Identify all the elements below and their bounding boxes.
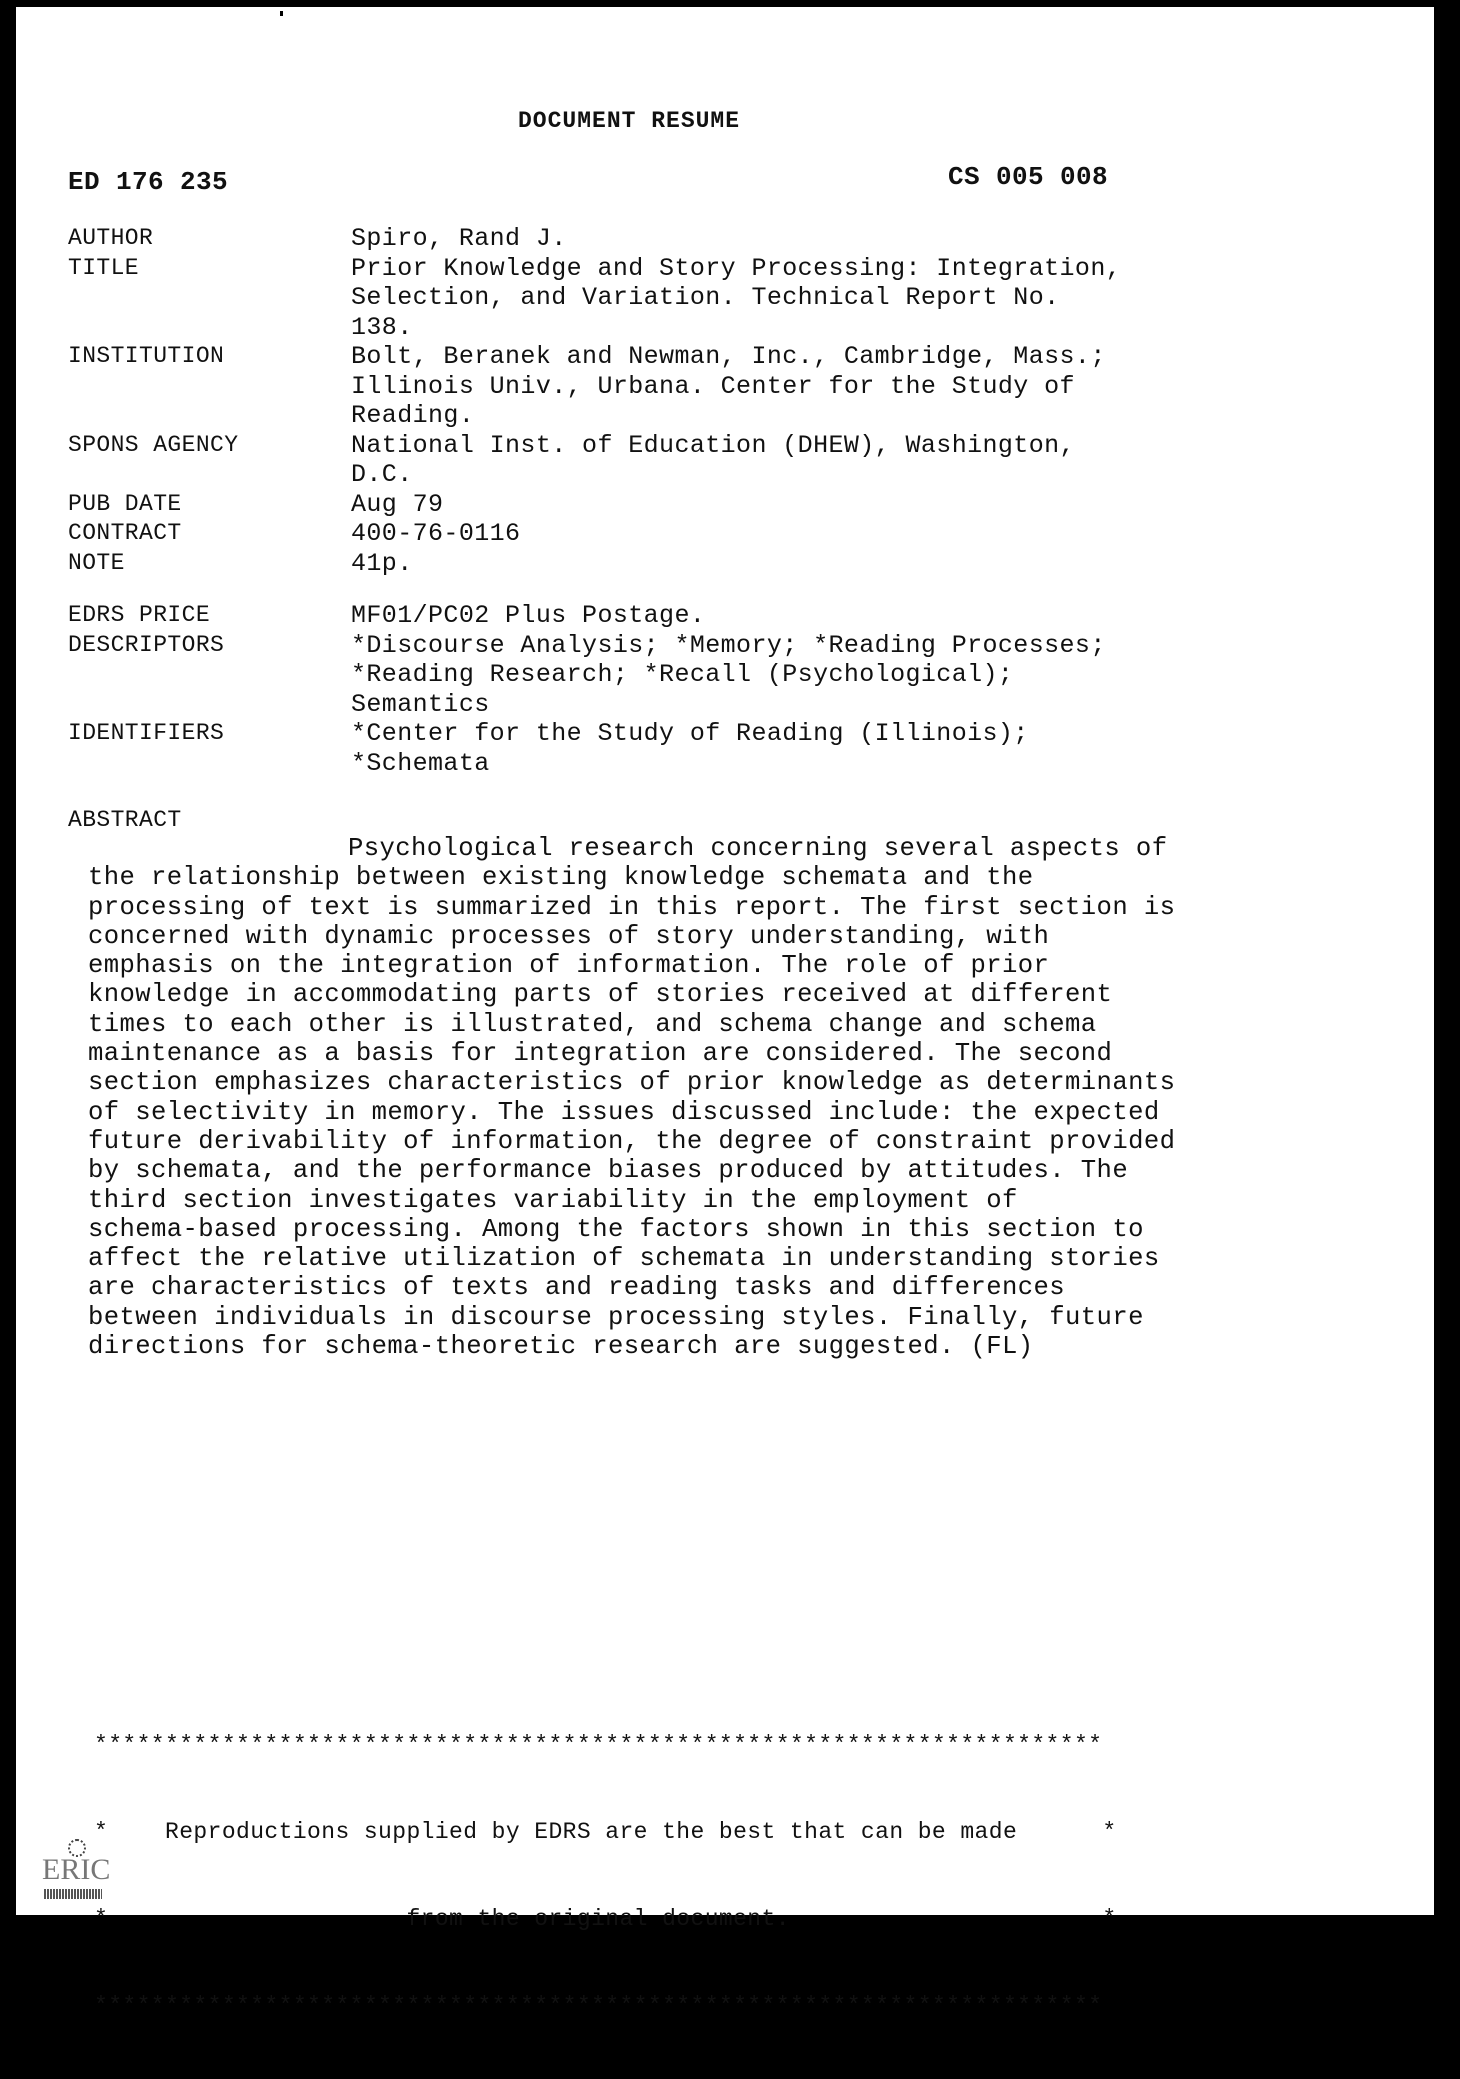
field-row: *Schemata [68,749,1121,779]
field-value: Prior Knowledge and Story Processing: In… [351,253,1122,283]
field-value: *Reading Research; *Recall (Psychologica… [351,660,1014,689]
field-value: Bolt, Beranek and Newman, Inc., Cambridg… [351,342,1106,371]
eric-logo: ERIC [28,1839,118,1909]
cs-number: CS 005 008 [948,162,1109,192]
field-row: DESCRIPTORS *Discourse Analysis; *Memory;… [68,631,1121,661]
metadata-group-primary: AUTHOR Spiro, Rand J. TITLE Prior Knowledge… [68,224,1121,578]
scan-speck [280,11,283,16]
notice-border-bottom: ****************************************… [94,1993,1103,2019]
eric-logo-text: ERIC [42,1853,111,1886]
field-row: NOTE 41p. [68,549,1121,579]
field-label [68,401,351,431]
field-spacer [68,578,1121,601]
eric-logo-bar [44,1889,102,1899]
field-label: TITLE [68,254,140,281]
abstract-line: future derivability of information, the … [88,1126,1176,1156]
field-value: MF01/PC02 Plus Postage. [351,601,706,630]
abstract-line: by schemata, and the performance biases … [88,1156,1129,1186]
abstract-line: knowledge in accommodating parts of stor… [88,980,1113,1010]
abstract-label: ABSTRACT [68,807,182,833]
abstract-line: third section investigates variability i… [88,1185,1018,1215]
field-label [68,283,351,313]
field-value: Semantics [351,689,490,719]
field-label: INSTITUTION [68,343,225,369]
notice-line-2: * from the original document. * [94,1906,1117,1932]
field-label: EDRS PRICE [68,602,211,628]
abstract-line: are characteristics of texts and reading… [88,1273,1066,1303]
field-label [68,313,351,343]
abstract-line: schema-based processing. Among the facto… [88,1214,1144,1244]
field-row: Semantics [68,690,1121,720]
abstract-line: directions for schema-theoretic research… [88,1332,1034,1362]
field-label [68,660,351,690]
field-row: 138. [68,313,1121,343]
abstract-line: of selectivity in memory. The issues dis… [88,1097,1160,1127]
field-row: EDRS PRICE MF01/PC02 Plus Postage. [68,601,1121,631]
field-row: Illinois Univ., Urbana. Center for the S… [68,372,1121,402]
notice-border-top: ****************************************… [94,1732,1103,1758]
field-value: Aug 79 [351,489,444,519]
field-row: SPONS AGENCY National Inst. of Education … [68,431,1121,461]
field-value: Reading. [351,401,475,430]
abstract-line: affect the relative utilization of schem… [88,1244,1160,1274]
field-value: Illinois Univ., Urbana. Center for the S… [351,371,1075,401]
field-row: Reading. [68,401,1121,431]
field-row: INSTITUTION Bolt, Beranek and Newman, Inc… [68,342,1121,372]
abstract-line: maintenance as a basis for integration a… [88,1039,1113,1069]
field-row: Selection, and Variation. Technical Repo… [68,283,1121,313]
ed-number: ED 176 235 [68,167,229,197]
field-label: NOTE [68,549,125,576]
field-label [68,690,351,720]
abstract-line: times to each other is illustrated, and … [88,1009,1097,1039]
field-value: 400-76-0116 [351,519,521,548]
reproduction-notice: ****************************************… [94,1673,1117,2079]
field-row: D.C. [68,460,1121,490]
field-row: PUB DATE Aug 79 [68,490,1121,520]
abstract-line: processing of text is summarized in this… [88,892,1176,922]
field-row: *Reading Research; *Recall (Psychologica… [68,660,1121,690]
field-value: *Discourse Analysis; *Memory; *Reading P… [351,630,1106,660]
abstract-line: concerned with dynamic processes of stor… [88,921,1050,951]
abstract-text: Psychological research concerning severa… [88,834,1175,1361]
field-label: SPONS AGENCY [68,431,239,458]
field-label [68,372,351,402]
field-row: IDENTIFIERS *Center for the Study of Read… [68,719,1121,749]
field-row: AUTHOR Spiro, Rand J. [68,224,1121,254]
abstract-line: emphasis on the integration of informati… [88,951,1050,981]
field-value: D.C. [351,460,413,489]
field-value: Spiro, Rand J. [351,224,567,253]
field-value: *Center for the Study of Reading (Illino… [351,719,1029,748]
field-label [68,460,351,490]
field-value: *Schemata [351,748,490,778]
field-label [68,749,351,779]
field-value: Selection, and Variation. Technical Repo… [351,283,1060,312]
abstract-line: the relationship between existing knowle… [88,863,1034,893]
field-row: TITLE Prior Knowledge and Story Processin… [68,254,1121,284]
field-value: 41p. [351,548,413,578]
abstract-line-text: Psychological research concerning severa… [348,834,1168,863]
document-page: DOCUMENT RESUME ED 176 235 CS 005 008 AU… [16,7,1434,2019]
notice-line-1: * Reproductions supplied by EDRS are the… [94,1819,1117,1845]
field-label: DESCRIPTORS [68,631,225,658]
abstract-line: Psychological research concerning severa… [88,834,1175,863]
abstract-line: between individuals in discourse process… [88,1302,1144,1332]
field-value: 138. [351,312,413,342]
field-row: CONTRACT 400-76-0116 [68,519,1121,549]
document-title: DOCUMENT RESUME [518,108,741,134]
field-label: CONTRACT [68,520,182,546]
field-value: National Inst. of Education (DHEW), Wash… [351,430,1075,460]
metadata-fields: AUTHOR Spiro, Rand J. TITLE Prior Knowledge… [68,224,1121,778]
abstract-line: section emphasizes characteristics of pr… [88,1068,1176,1098]
field-label: PUB DATE [68,490,182,517]
metadata-group-secondary: EDRS PRICE MF01/PC02 Plus Postage. DESCRIP… [68,601,1121,778]
field-label: AUTHOR [68,225,154,251]
field-label: IDENTIFIERS [68,720,225,746]
